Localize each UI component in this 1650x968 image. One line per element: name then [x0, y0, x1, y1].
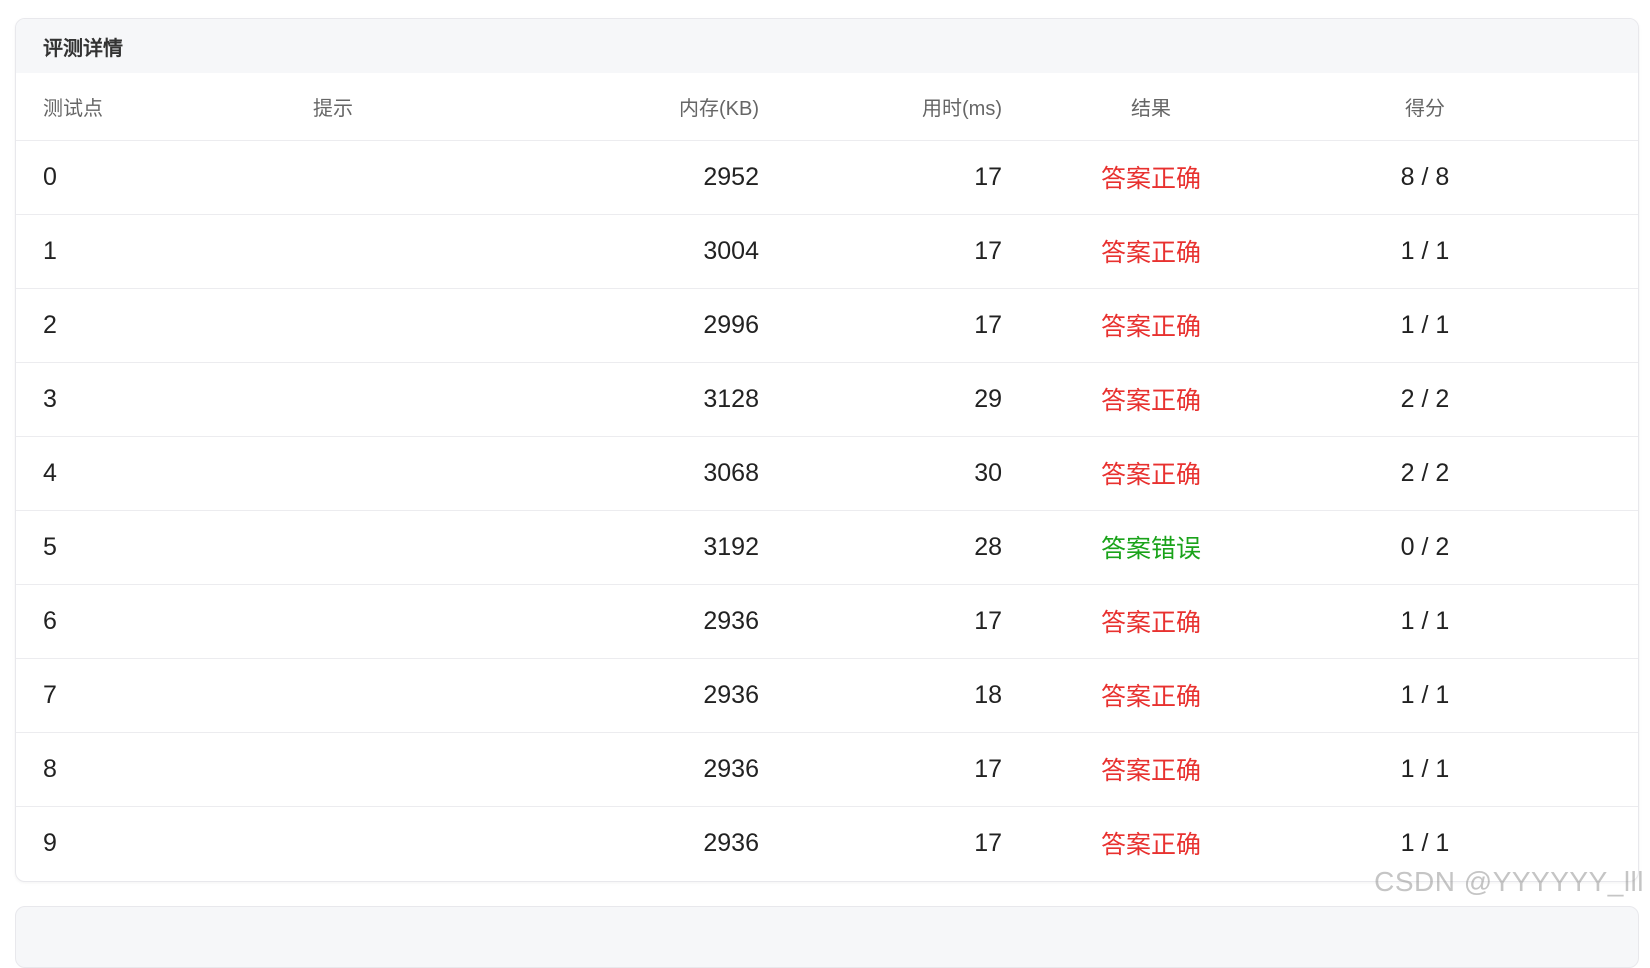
table-row: 3 3128 29 答案正确 2 / 2 [16, 362, 1638, 437]
header-memory: 内存(KB) [613, 73, 759, 141]
time-value: 29 [759, 362, 1002, 437]
test-point-id: 2 [16, 288, 313, 363]
result-status: 答案正确 [1002, 436, 1300, 511]
judge-results-table: 测试点 提示 内存(KB) 用时(ms) 结果 得分 0 2952 17 答案正… [16, 73, 1638, 880]
time-value: 28 [759, 510, 1002, 585]
judge-details-card: 评测详情 测试点 提示 内存(KB) 用时(ms) 结果 得分 0 2952 1… [15, 18, 1639, 882]
time-value: 17 [759, 732, 1002, 807]
memory-value: 3068 [613, 436, 759, 511]
time-value: 17 [759, 584, 1002, 659]
table-row: 8 2936 17 答案正确 1 / 1 [16, 732, 1638, 807]
memory-value: 3128 [613, 362, 759, 437]
result-status: 答案正确 [1002, 732, 1300, 807]
test-point-id: 1 [16, 214, 313, 289]
test-point-hint [313, 288, 613, 363]
score-value: 0 / 2 [1300, 510, 1550, 585]
score-value: 1 / 1 [1300, 584, 1550, 659]
test-point-id: 4 [16, 436, 313, 511]
test-point-hint [313, 140, 613, 215]
header-time: 用时(ms) [759, 73, 1002, 141]
test-point-hint [313, 732, 613, 807]
time-value: 17 [759, 140, 1002, 215]
test-point-hint [313, 806, 613, 880]
score-value: 1 / 1 [1300, 288, 1550, 363]
memory-value: 2936 [703, 828, 759, 857]
header-hint: 提示 [313, 73, 613, 141]
test-point-hint [313, 510, 613, 585]
result-status: 答案正确 [1002, 584, 1300, 659]
time-value: 18 [759, 658, 1002, 733]
test-point-id: 6 [16, 584, 313, 659]
header-score: 得分 [1300, 73, 1550, 141]
watermark: CSDN @YYYYYY_lll [1374, 866, 1644, 897]
table-row: 6 2936 17 答案正确 1 / 1 [16, 584, 1638, 659]
test-point-hint [313, 362, 613, 437]
card-header: 评测详情 [16, 19, 1638, 73]
time-value: 17 [759, 288, 1002, 363]
score-value: 1 / 1 [1300, 732, 1550, 807]
memory-value: 3004 [613, 214, 759, 289]
table-row: 7 2936 18 答案正确 1 / 1 [16, 658, 1638, 733]
test-point-id: 9 [43, 828, 57, 857]
score-value: 1 / 1 [1300, 658, 1550, 733]
table-row: 0 2952 17 答案正确 8 / 8 [16, 140, 1638, 215]
result-status: 答案正确 [1002, 140, 1300, 215]
memory-value: 2936 [613, 658, 759, 733]
score-value: 2 / 2 [1300, 362, 1550, 437]
score-value: 8 / 8 [1300, 140, 1550, 215]
table-row: 2 2996 17 答案正确 1 / 1 [16, 288, 1638, 363]
memory-value: 2936 [613, 584, 759, 659]
test-point-hint [313, 658, 613, 733]
table-row: 4 3068 30 答案正确 2 / 2 [16, 436, 1638, 511]
result-status: 答案正确 [1002, 214, 1300, 289]
result-status: 答案正确 [1002, 362, 1300, 437]
memory-value: 3192 [613, 510, 759, 585]
test-point-id: 0 [16, 140, 313, 215]
test-point-hint [313, 436, 613, 511]
test-point-id: 3 [16, 362, 313, 437]
result-status: 答案正确 [1002, 288, 1300, 363]
header-test-point: 测试点 [16, 73, 313, 141]
test-point-hint [313, 214, 613, 289]
table-row: 1 3004 17 答案正确 1 / 1 [16, 214, 1638, 289]
table-row: 5 3192 28 答案错误 0 / 2 [16, 510, 1638, 585]
memory-value: 2996 [613, 288, 759, 363]
card-title: 评测详情 [43, 37, 123, 60]
header-result: 结果 [1002, 73, 1300, 141]
result-status: 答案正确 [1100, 831, 1201, 860]
time-value: 30 [759, 436, 1002, 511]
table-header-row: 测试点 提示 内存(KB) 用时(ms) 结果 得分 [16, 73, 1638, 141]
header-spacer [1550, 73, 1638, 141]
test-point-id: 5 [16, 510, 313, 585]
result-status: 答案错误 [1002, 510, 1300, 585]
time-value: 17 [759, 214, 1002, 289]
test-point-id: 7 [16, 658, 313, 733]
test-point-hint [313, 584, 613, 659]
time-value: 17 [974, 828, 1002, 857]
score-value: 1 / 1 [1300, 214, 1550, 289]
result-status: 答案正确 [1002, 658, 1300, 733]
memory-value: 2936 [613, 732, 759, 807]
memory-value: 2952 [613, 140, 759, 215]
score-value: 2 / 2 [1300, 436, 1550, 511]
test-point-id: 8 [16, 732, 313, 807]
